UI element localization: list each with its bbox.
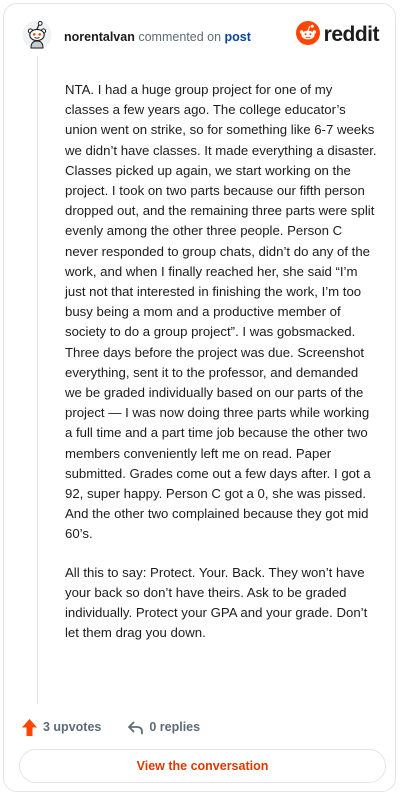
comment-paragraph: All this to say: Protect. Your. Back. Th…: [65, 564, 368, 641]
upvote-button[interactable]: 3 upvotes: [21, 718, 101, 737]
comment-header: norentalvan commented on post reddit: [22, 20, 380, 54]
thread-line: [37, 56, 38, 704]
attribution-text: commented on: [138, 30, 222, 44]
reddit-wordmark: reddit: [323, 23, 380, 46]
comment-card: norentalvan commented on post reddit NTA…: [3, 3, 396, 792]
reddit-logo-icon: [295, 20, 320, 50]
comment-actions: 3 upvotes 0 replies: [21, 716, 200, 738]
upvote-arrow-icon[interactable]: [21, 718, 38, 737]
comment-attribution: norentalvan commented on post: [64, 29, 251, 45]
snoo-avatar-icon[interactable]: [22, 20, 52, 50]
reply-count: 0 replies: [149, 720, 201, 734]
comment-paragraph: NTA. I had a huge group project for one …: [65, 82, 377, 542]
reply-button[interactable]: 0 replies: [127, 720, 200, 735]
reddit-brand[interactable]: reddit: [295, 20, 380, 50]
comment-body: NTA. I had a huge group project for one …: [65, 80, 377, 661]
reply-arrow-icon[interactable]: [127, 720, 144, 735]
upvote-count: 3 upvotes: [43, 720, 102, 734]
post-link[interactable]: post: [225, 30, 251, 44]
view-conversation-button[interactable]: View the conversation: [19, 749, 386, 783]
username-link[interactable]: norentalvan: [64, 30, 135, 44]
